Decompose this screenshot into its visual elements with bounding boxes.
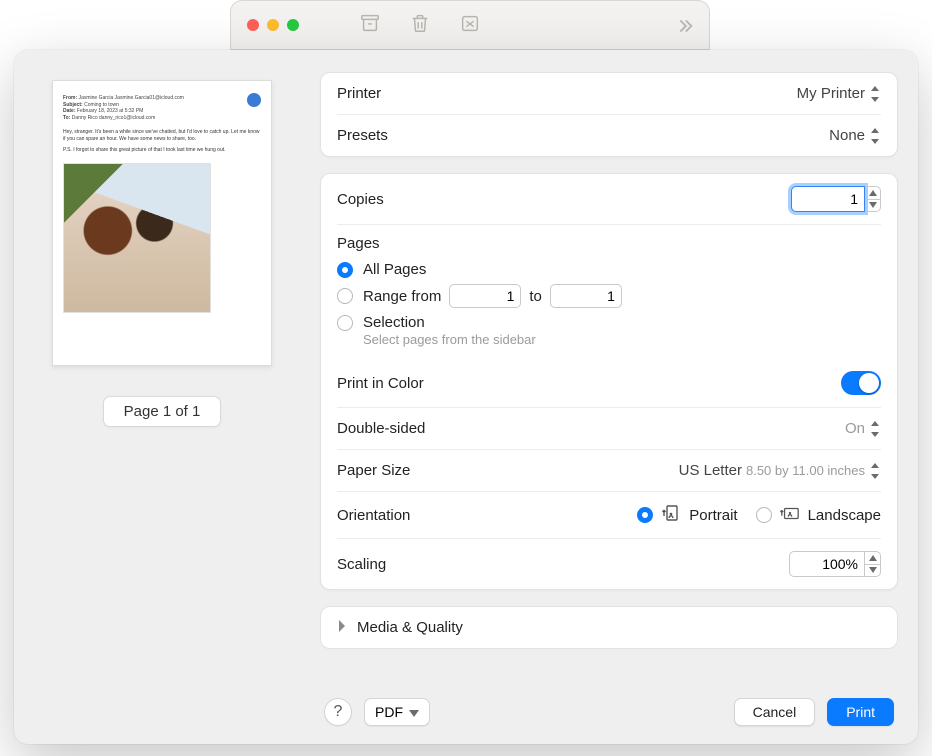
double-sided-row: Double-sided On — [337, 407, 881, 449]
print-color-switch[interactable] — [841, 371, 881, 395]
chevron-down-icon — [409, 704, 419, 720]
dialog-footer: ? PDF Cancel Print — [320, 684, 898, 744]
pages-all-label: All Pages — [363, 261, 426, 278]
radio-icon — [337, 315, 353, 331]
double-sided-value: On — [845, 420, 865, 437]
media-quality-disclosure[interactable]: Media & Quality — [320, 606, 898, 649]
orientation-portrait-label: Portrait — [689, 507, 737, 524]
copies-input[interactable] — [791, 186, 865, 212]
orientation-row: Orientation Portrait Landscape — [337, 491, 881, 538]
pages-title: Pages — [337, 235, 881, 252]
printer-row: Printer My Printer — [337, 73, 881, 114]
stepper-up-icon[interactable] — [865, 552, 880, 565]
radio-icon — [337, 262, 353, 278]
range-to-input[interactable] — [550, 284, 622, 308]
print-color-label: Print in Color — [337, 375, 424, 392]
scaling-label: Scaling — [337, 556, 386, 573]
radio-icon — [637, 507, 653, 523]
toolbar-overflow-icon — [673, 15, 695, 42]
popup-updown-icon — [869, 86, 881, 102]
presets-value: None — [829, 127, 865, 144]
paper-size-value: US Letter — [679, 462, 742, 479]
help-button[interactable]: ? — [324, 698, 352, 726]
copies-row: Copies — [337, 174, 881, 224]
cancel-button[interactable]: Cancel — [734, 698, 816, 726]
radio-icon — [337, 288, 353, 304]
orientation-label: Orientation — [337, 507, 410, 524]
paper-size-dimensions: 8.50 by 11.00 inches — [746, 463, 865, 478]
main-settings-card: Copies Pages All Pages — [320, 173, 898, 590]
close-window-icon[interactable] — [247, 19, 259, 31]
pages-range-from-label: Range from — [363, 288, 441, 305]
popup-updown-icon — [869, 463, 881, 479]
orientation-landscape-label: Landscape — [808, 507, 881, 524]
double-sided-label: Double-sided — [337, 420, 425, 437]
presets-popup[interactable]: None — [829, 127, 881, 144]
presets-label: Presets — [337, 127, 388, 144]
pdf-menu-button[interactable]: PDF — [364, 698, 430, 726]
scaling-row: Scaling — [337, 538, 881, 589]
pages-range-option[interactable]: Range from to — [337, 281, 881, 311]
double-sided-popup[interactable]: On — [845, 420, 881, 437]
printer-value: My Printer — [797, 85, 865, 102]
print-color-row: Print in Color — [337, 359, 881, 407]
email-body: Hey, stranger. It's been a while since w… — [63, 129, 261, 153]
pdf-label: PDF — [375, 704, 403, 720]
popup-updown-icon — [869, 128, 881, 144]
orientation-portrait-option[interactable]: Portrait — [637, 504, 737, 526]
scaling-input[interactable] — [789, 551, 865, 577]
paper-size-label: Paper Size — [337, 462, 410, 479]
preview-page-thumbnail[interactable]: From: Jasmine Garcia Jasmine.Garcia01@ic… — [52, 80, 272, 366]
printer-label: Printer — [337, 85, 381, 102]
printer-presets-card: Printer My Printer Presets None — [320, 72, 898, 157]
radio-icon — [756, 507, 772, 523]
paper-size-popup[interactable]: US Letter 8.50 by 11.00 inches — [679, 462, 881, 479]
email-header: From: Jasmine Garcia Jasmine.Garcia01@ic… — [63, 95, 261, 121]
copies-stepper[interactable] — [865, 186, 881, 212]
preview-pane: From: Jasmine Garcia Jasmine.Garcia01@ic… — [14, 50, 310, 744]
chevron-right-icon — [337, 619, 347, 636]
page-indicator: Page 1 of 1 — [103, 396, 222, 427]
popup-updown-icon — [869, 421, 881, 437]
stepper-down-icon[interactable] — [865, 565, 880, 577]
avatar-icon — [247, 93, 261, 107]
landscape-icon — [780, 504, 800, 526]
orientation-landscape-option[interactable]: Landscape — [756, 504, 881, 526]
junk-icon — [459, 12, 481, 39]
pages-all-option[interactable]: All Pages — [337, 258, 881, 281]
stepper-up-icon[interactable] — [865, 187, 880, 200]
traffic-lights — [247, 19, 299, 31]
underlying-window-titlebar — [230, 0, 710, 50]
trash-icon — [409, 12, 431, 39]
pages-selection-label: Selection — [363, 314, 425, 331]
minimize-window-icon[interactable] — [267, 19, 279, 31]
media-quality-label: Media & Quality — [357, 619, 463, 636]
pages-block: Pages All Pages Range from to Se — [337, 224, 881, 359]
zoom-window-icon[interactable] — [287, 19, 299, 31]
pages-selection-option[interactable]: Selection — [337, 311, 881, 334]
pages-selection-hint: Select pages from the sidebar — [363, 332, 881, 347]
copies-label: Copies — [337, 191, 384, 208]
printer-popup[interactable]: My Printer — [797, 85, 881, 102]
toolbar-icons-disabled — [359, 12, 481, 39]
print-dialog: From: Jasmine Garcia Jasmine.Garcia01@ic… — [14, 50, 918, 744]
presets-row: Presets None — [337, 114, 881, 156]
print-button[interactable]: Print — [827, 698, 894, 726]
pages-range-to-label: to — [529, 288, 542, 305]
portrait-icon — [661, 504, 681, 526]
scaling-stepper[interactable] — [865, 551, 881, 577]
stepper-down-icon[interactable] — [865, 200, 880, 212]
range-from-input[interactable] — [449, 284, 521, 308]
paper-size-row: Paper Size US Letter 8.50 by 11.00 inche… — [337, 449, 881, 491]
settings-pane: Printer My Printer Presets None Copies — [310, 50, 918, 744]
archive-icon — [359, 12, 381, 39]
email-attachment-photo — [63, 163, 211, 313]
